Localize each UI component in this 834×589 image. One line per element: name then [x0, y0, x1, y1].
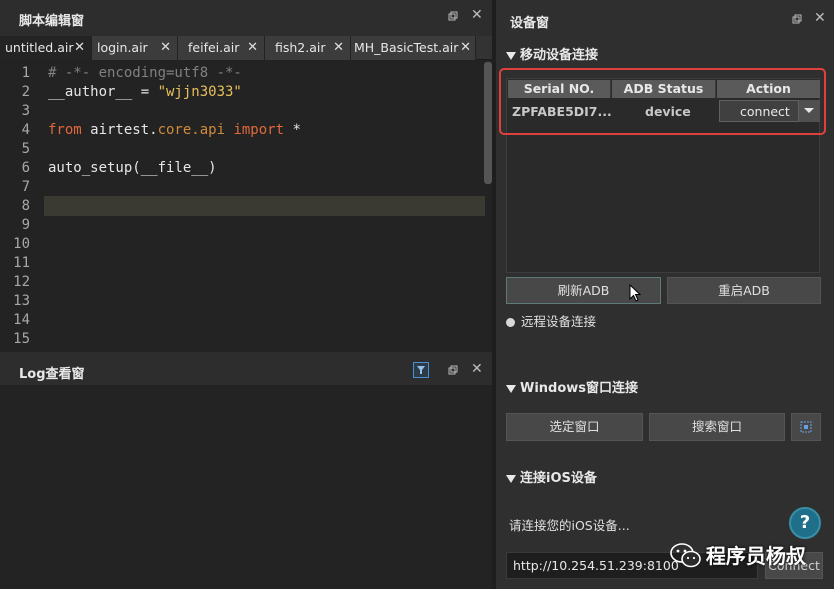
log-title: Log查看窗 [19, 367, 85, 382]
tab-login[interactable]: login.air ✕ [92, 36, 178, 60]
line-number: 1 [21, 65, 30, 81]
select-window-button[interactable]: 选定窗口 [506, 413, 643, 441]
remote-connect-option[interactable]: 远程设备连接 [506, 311, 596, 330]
collapse-triangle-icon [506, 384, 516, 393]
close-icon[interactable]: ✕ [814, 10, 826, 26]
tab-label: MH_BasicTest.air [354, 40, 459, 55]
close-icon[interactable]: ✕ [247, 36, 258, 60]
section-windows-header[interactable]: Windows窗口连接 [506, 377, 638, 396]
device-title: 设备窗 [510, 16, 550, 31]
close-icon[interactable]: ✕ [74, 36, 85, 60]
watermark-text: 程序员杨叔 [705, 544, 806, 568]
line-number: 8 [21, 198, 30, 214]
section-ios-label: 连接iOS设备 [520, 471, 597, 486]
line-number: 13 [13, 293, 30, 309]
line-number: 2 [21, 84, 30, 100]
radio-icon [506, 318, 515, 327]
close-icon[interactable]: ✕ [460, 36, 471, 60]
float-icon[interactable] [792, 13, 802, 27]
section-ios-header[interactable]: 连接iOS设备 [506, 467, 597, 486]
line-number: 6 [21, 160, 30, 176]
filter-icon[interactable] [413, 362, 429, 378]
close-icon[interactable]: ✕ [471, 7, 483, 23]
line-number: 11 [13, 255, 30, 271]
line-number: 14 [13, 312, 30, 328]
code-area[interactable]: 1 2 3 4 5 6 7 8 9 10 11 12 13 14 15 # -*… [0, 62, 484, 352]
line-number: 7 [21, 179, 30, 195]
watermark: 程序员杨叔 [670, 540, 806, 569]
log-header: Log查看窗 ✕ [0, 353, 492, 385]
wechat-icon [670, 542, 701, 567]
line-number: 9 [21, 217, 30, 233]
code-token: airtest. [81, 122, 158, 138]
section-mobile-header[interactable]: 移动设备连接 [506, 44, 598, 63]
line-number: 3 [21, 103, 30, 119]
code-token: __author__ = [48, 84, 158, 100]
close-icon[interactable]: ✕ [471, 361, 483, 377]
search-window-button[interactable]: 搜索窗口 [649, 413, 785, 441]
editor-title: 脚本编辑窗 [19, 14, 85, 29]
editor-scrollbar[interactable] [484, 62, 492, 184]
restart-adb-button[interactable]: 重启ADB [667, 277, 821, 304]
line-number: 5 [21, 141, 30, 157]
section-mobile-label: 移动设备连接 [520, 48, 599, 63]
code-keyword: from [48, 122, 82, 138]
line-number: 15 [13, 331, 30, 347]
close-icon[interactable]: ✕ [160, 36, 171, 60]
tab-label: untitled.air [5, 40, 74, 55]
tab-fish2[interactable]: fish2.air ✕ [265, 36, 351, 60]
tab-label: login.air [97, 40, 148, 55]
tab-mh-basictest[interactable]: MH_BasicTest.air ✕ [351, 36, 476, 60]
ios-hint: 请连接您的iOS设备... [509, 518, 630, 533]
code-line-1: # -*- encoding=utf8 -*- [48, 65, 242, 81]
tab-feifei[interactable]: feifei.air ✕ [178, 36, 265, 60]
code-token: * [284, 122, 301, 138]
editor-tabbar: untitled.air ✕ login.air ✕ feifei.air ✕ fis… [0, 36, 492, 60]
tab-label: fish2.air [275, 40, 326, 55]
tab-untitled[interactable]: untitled.air ✕ [0, 36, 92, 60]
code-line-4: from airtest.core.api import * [48, 122, 301, 138]
help-icon[interactable]: ? [789, 507, 821, 539]
code-string: "wjjn3033" [157, 84, 242, 100]
mouse-cursor-icon [629, 283, 643, 307]
section-windows-label: Windows窗口连接 [520, 381, 639, 396]
log-panel [0, 353, 492, 589]
close-icon[interactable]: ✕ [333, 36, 344, 60]
line-number: 10 [13, 236, 30, 252]
window-capture-icon[interactable] [791, 413, 821, 441]
code-line-2: __author__ = "wjjn3033" [48, 84, 242, 100]
float-icon[interactable] [448, 10, 458, 24]
collapse-triangle-icon [506, 474, 516, 483]
code-line-6: auto_setup(__file__) [48, 160, 217, 176]
code-keyword: import [233, 122, 285, 138]
code-module: core.api [157, 122, 226, 138]
remote-connect-label: 远程设备连接 [521, 314, 597, 329]
tab-label: feifei.air [188, 40, 240, 55]
line-number: 4 [21, 122, 30, 138]
float-icon[interactable] [448, 364, 458, 378]
editor-header: 脚本编辑窗 ✕ [0, 0, 492, 36]
line-number: 12 [13, 274, 30, 290]
highlight-box [499, 68, 826, 135]
collapse-triangle-icon [506, 51, 516, 60]
